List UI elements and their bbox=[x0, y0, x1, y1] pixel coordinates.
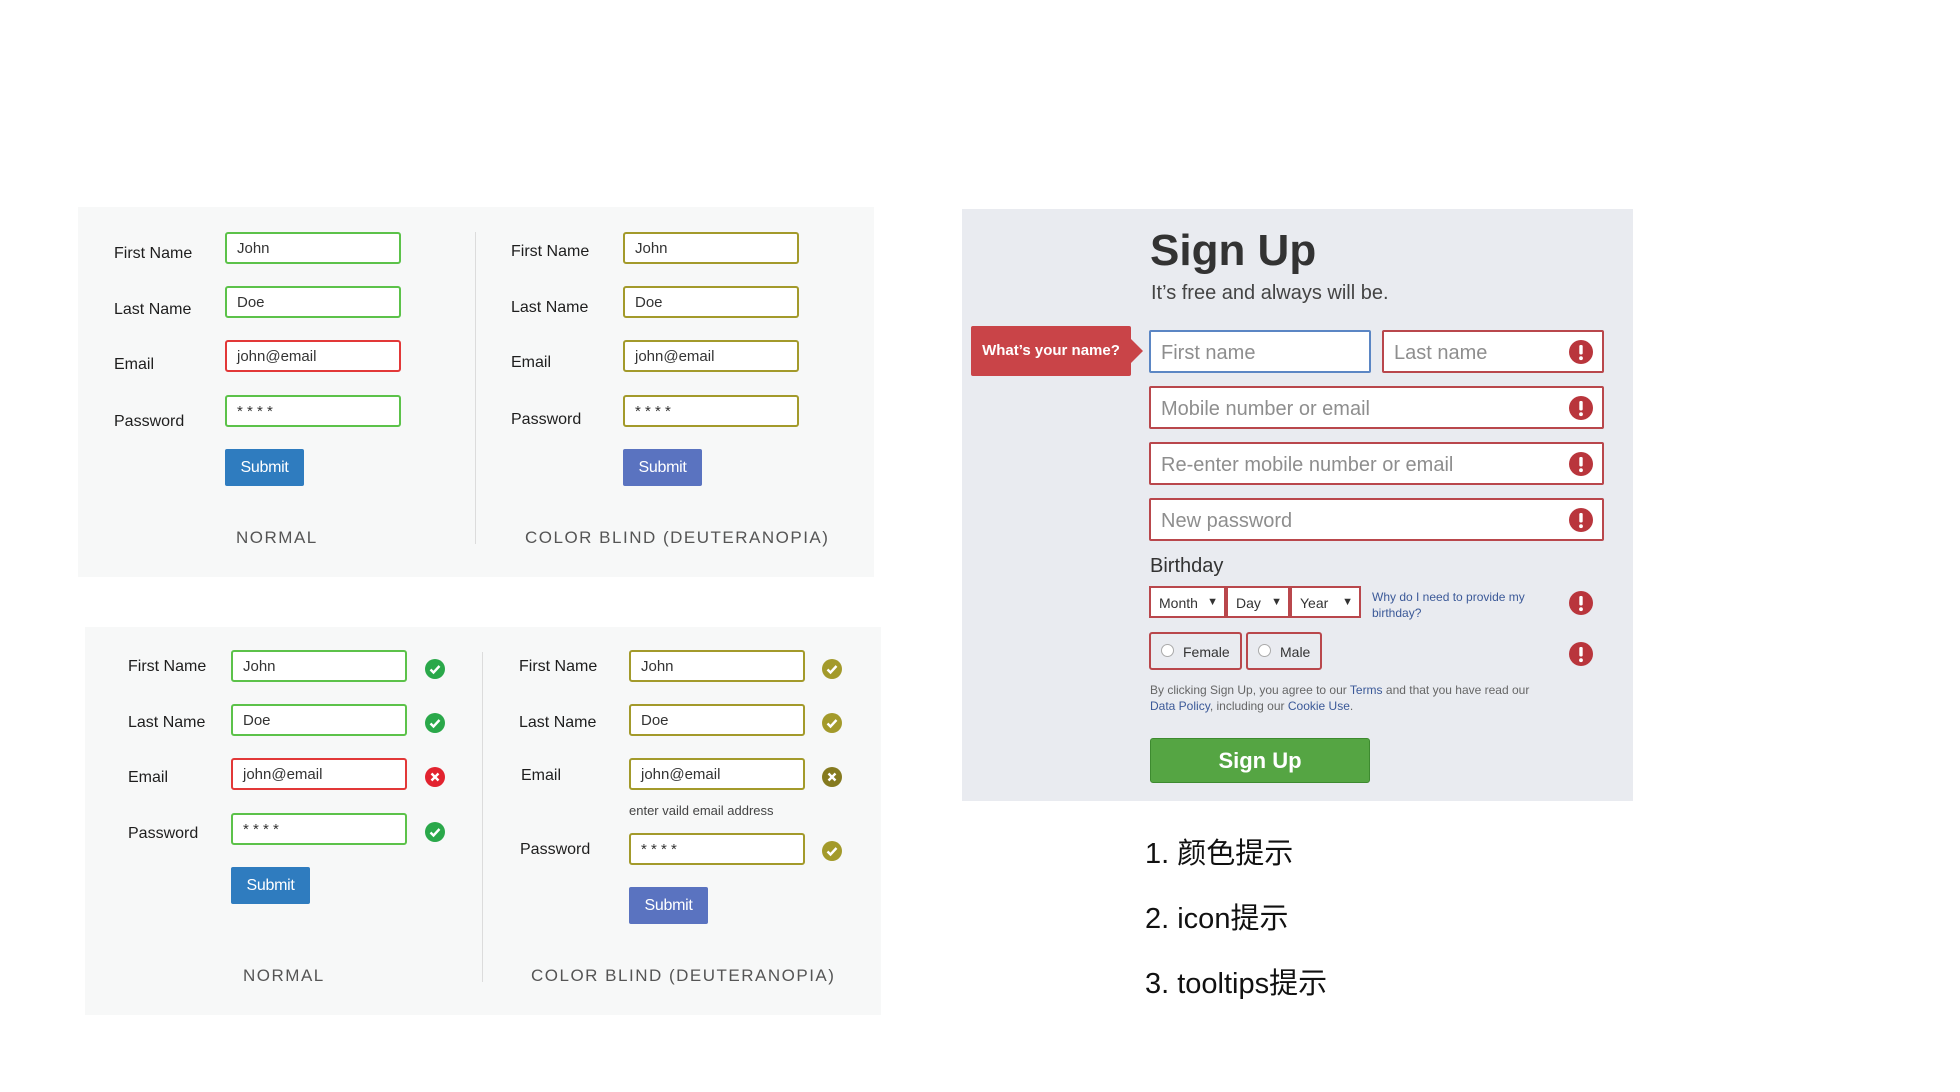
caption-normal: NORMAL bbox=[243, 966, 325, 985]
label-password: Password bbox=[114, 413, 185, 430]
note-icon: 2. icon提示 bbox=[1145, 903, 1289, 935]
label-last-name: Last Name bbox=[114, 301, 192, 318]
label-email: Email bbox=[521, 767, 562, 784]
submit-button[interactable]: Submit bbox=[623, 449, 702, 486]
label-password: Password bbox=[511, 411, 582, 428]
password-field[interactable]: * * * * bbox=[629, 833, 805, 865]
check-circle-icon bbox=[425, 659, 445, 679]
terms-link[interactable]: Terms bbox=[1350, 683, 1383, 697]
year-select-value: Year bbox=[1300, 595, 1329, 611]
sign-up-button[interactable]: Sign Up bbox=[1150, 738, 1370, 783]
divider bbox=[482, 652, 483, 982]
why-birthday-link[interactable]: Why do I need to provide my birthday? bbox=[1372, 589, 1547, 621]
panel-bottom bbox=[85, 627, 881, 1015]
alert-icon bbox=[1569, 508, 1593, 532]
signup-title: Sign Up bbox=[1150, 226, 1317, 275]
email-field[interactable]: john@email bbox=[225, 340, 401, 372]
password-field[interactable]: * * * * bbox=[623, 395, 799, 427]
note-color: 1. 颜色提示 bbox=[1145, 838, 1294, 870]
last-name-field[interactable]: Doe bbox=[629, 704, 805, 736]
legal-mid2: , including our bbox=[1209, 699, 1288, 713]
day-select[interactable]: Day ▼ bbox=[1226, 586, 1290, 618]
first-name-input[interactable]: First name bbox=[1149, 330, 1371, 373]
label-first-name: First Name bbox=[519, 658, 598, 675]
year-select[interactable]: Year ▼ bbox=[1290, 586, 1361, 618]
alert-icon bbox=[1569, 396, 1593, 420]
alert-icon bbox=[1569, 642, 1593, 666]
legal-mid: and that you have read our bbox=[1382, 683, 1530, 697]
caption-colorblind: COLOR BLIND (DEUTERANOPIA) bbox=[525, 528, 830, 547]
caret-down-icon: ▼ bbox=[1207, 596, 1218, 608]
last-name-field[interactable]: Doe bbox=[225, 286, 401, 318]
alert-icon bbox=[1569, 452, 1593, 476]
label-email: Email bbox=[114, 356, 155, 373]
last-name-field[interactable]: Doe bbox=[623, 286, 799, 318]
new-password-input[interactable]: New password bbox=[1149, 498, 1604, 541]
first-name-field[interactable]: John bbox=[225, 232, 401, 264]
check-circle-icon bbox=[425, 822, 445, 842]
caret-down-icon: ▼ bbox=[1342, 596, 1353, 608]
legal-end: . bbox=[1349, 699, 1354, 713]
tooltip-arrow bbox=[1131, 339, 1143, 363]
label-email: Email bbox=[128, 769, 169, 786]
female-label: Female bbox=[1183, 644, 1230, 660]
submit-button[interactable]: Submit bbox=[225, 449, 304, 486]
submit-button[interactable]: Submit bbox=[231, 867, 310, 904]
last-name-field[interactable]: Doe bbox=[231, 704, 407, 736]
check-circle-icon bbox=[822, 659, 842, 679]
password-field[interactable]: * * * * bbox=[225, 395, 401, 427]
radio-circle bbox=[1258, 644, 1271, 657]
label-email: Email bbox=[511, 354, 552, 371]
error-circle-icon bbox=[425, 767, 445, 787]
caption-colorblind: COLOR BLIND (DEUTERANOPIA) bbox=[531, 966, 836, 985]
male-label: Male bbox=[1280, 644, 1311, 660]
email-field[interactable]: john@email bbox=[629, 758, 805, 790]
label-last-name: Last Name bbox=[511, 299, 589, 316]
note-tooltips: 3. tooltips提示 bbox=[1145, 968, 1328, 1000]
first-name-field[interactable]: John bbox=[629, 650, 805, 682]
check-circle-icon bbox=[822, 841, 842, 861]
email-field[interactable]: john@email bbox=[623, 340, 799, 372]
day-select-value: Day bbox=[1236, 595, 1261, 611]
email-field[interactable]: john@email bbox=[231, 758, 407, 790]
error-circle-icon bbox=[822, 767, 842, 787]
legal-pre: By clicking Sign Up, you agree to our bbox=[1150, 683, 1350, 697]
name-tooltip: What’s your name? bbox=[971, 326, 1131, 376]
check-circle-icon bbox=[425, 713, 445, 733]
first-name-field[interactable]: John bbox=[623, 232, 799, 264]
label-last-name: Last Name bbox=[519, 714, 597, 731]
month-select-value: Month bbox=[1159, 595, 1198, 611]
alert-icon bbox=[1569, 591, 1593, 615]
signup-subtitle: It’s free and always will be. bbox=[1151, 282, 1389, 304]
check-circle-icon bbox=[822, 713, 842, 733]
mobile-email-input[interactable]: Mobile number or email bbox=[1149, 386, 1604, 429]
label-first-name: First Name bbox=[511, 243, 590, 260]
password-field[interactable]: * * * * bbox=[231, 813, 407, 845]
caret-down-icon: ▼ bbox=[1271, 596, 1282, 608]
label-first-name: First Name bbox=[114, 245, 193, 262]
alert-icon bbox=[1569, 340, 1593, 364]
label-first-name: First Name bbox=[128, 658, 207, 675]
female-radio[interactable]: Female bbox=[1149, 632, 1242, 670]
month-select[interactable]: Month ▼ bbox=[1149, 586, 1226, 618]
male-radio[interactable]: Male bbox=[1246, 632, 1322, 670]
caption-normal: NORMAL bbox=[236, 528, 318, 547]
legal-text: By clicking Sign Up, you agree to our Te… bbox=[1150, 682, 1530, 714]
reenter-mobile-email-input[interactable]: Re-enter mobile number or email bbox=[1149, 442, 1604, 485]
label-password: Password bbox=[520, 841, 591, 858]
divider bbox=[475, 232, 476, 544]
cookie-use-link[interactable]: Cookie Use bbox=[1288, 699, 1350, 713]
birthday-label: Birthday bbox=[1150, 555, 1224, 577]
radio-circle bbox=[1161, 644, 1174, 657]
data-policy-link[interactable]: Data Policy bbox=[1150, 699, 1210, 713]
submit-button[interactable]: Submit bbox=[629, 887, 708, 924]
email-hint: enter vaild email address bbox=[629, 803, 774, 818]
label-last-name: Last Name bbox=[128, 714, 206, 731]
first-name-field[interactable]: John bbox=[231, 650, 407, 682]
label-password: Password bbox=[128, 825, 199, 842]
